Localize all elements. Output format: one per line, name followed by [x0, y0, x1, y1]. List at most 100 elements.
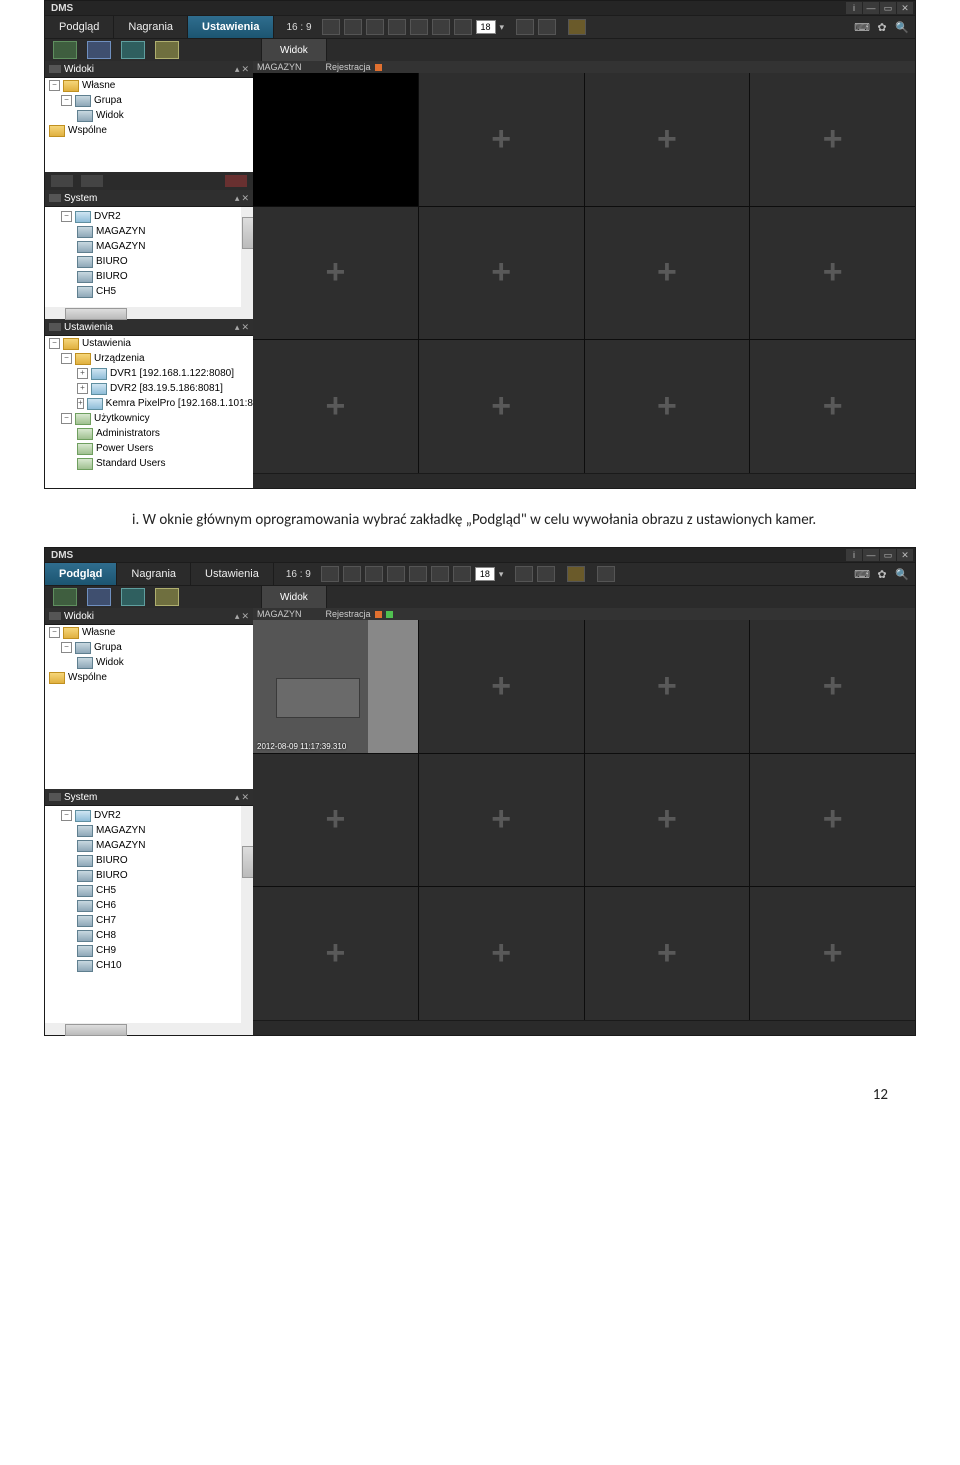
grid-cell[interactable]: +	[750, 340, 915, 473]
tool-a-icon[interactable]	[515, 566, 533, 582]
toolbar-delete-btn[interactable]	[225, 175, 247, 187]
tree-cam[interactable]: MAGAZYN	[45, 823, 253, 838]
tool-d-icon[interactable]	[597, 566, 615, 582]
grid-cell[interactable]: +	[253, 207, 418, 340]
panel-close-icon[interactable]: ✕	[241, 322, 249, 333]
help-button[interactable]: i	[846, 2, 862, 14]
tree-grp[interactable]: Administrators	[45, 426, 253, 441]
grid-cell[interactable]: +	[253, 754, 418, 887]
grid-cell[interactable]: +	[585, 754, 750, 887]
tree-ustawienia[interactable]: −Ustawienia	[45, 336, 253, 351]
tab-ustawienia[interactable]: Ustawienia	[188, 16, 274, 38]
chevron-down-icon[interactable]: ▾	[499, 569, 504, 580]
side-icon-3[interactable]	[121, 41, 145, 59]
tab-nagrania[interactable]: Nagrania	[117, 563, 191, 585]
tool-b-icon[interactable]	[538, 19, 556, 35]
gear-icon[interactable]: ✿	[875, 20, 889, 34]
tree-item-widok[interactable]: Widok	[45, 108, 253, 123]
side-icon-3[interactable]	[121, 588, 145, 606]
tree-cam[interactable]: BIURO	[45, 269, 253, 284]
panel-close-icon[interactable]: ✕	[241, 611, 249, 622]
grid-cell[interactable]: +	[419, 620, 584, 753]
tree-dev[interactable]: +DVR1 [192.168.1.122:8080]	[45, 366, 253, 381]
tree-item-wlasne[interactable]: −Własne	[45, 78, 253, 93]
layout-4x3-icon[interactable]	[431, 566, 449, 582]
side-icon-4[interactable]	[155, 588, 179, 606]
collapse-icon[interactable]: ▴	[235, 64, 240, 75]
tree-cam[interactable]: CH7	[45, 913, 253, 928]
chevron-down-icon[interactable]: ▾	[500, 22, 505, 33]
layout-num[interactable]: 18	[475, 567, 495, 581]
tree-dev[interactable]: +Kemra PixelPro [192.168.1.101:80	[45, 396, 253, 411]
layout-1x1-icon[interactable]	[322, 19, 340, 35]
tree-uzytkownicy[interactable]: −Użytkownicy	[45, 411, 253, 426]
tree-dev[interactable]: +DVR2 [83.19.5.186:8081]	[45, 381, 253, 396]
tree-cam[interactable]: MAGAZYN	[45, 838, 253, 853]
layout-3x3-icon[interactable]	[409, 566, 427, 582]
scrollbar-v[interactable]	[241, 806, 253, 1023]
collapse-icon[interactable]: ▴	[235, 193, 240, 204]
tree-item-grupa[interactable]: −Grupa	[45, 93, 253, 108]
gear-icon[interactable]: ✿	[875, 567, 889, 581]
tool-b-icon[interactable]	[537, 566, 555, 582]
layout-3x3-icon[interactable]	[410, 19, 428, 35]
tree-dvr2[interactable]: −DVR2	[45, 808, 253, 823]
tree-cam[interactable]: BIURO	[45, 853, 253, 868]
layout-2x1-icon[interactable]	[366, 19, 384, 35]
grid-cell[interactable]: +	[419, 340, 584, 473]
grid-cell[interactable]: +	[585, 887, 750, 1020]
tree-cam[interactable]: CH5	[45, 284, 253, 299]
close-button[interactable]: ✕	[897, 2, 913, 14]
tree-cam[interactable]: BIURO	[45, 254, 253, 269]
tree-item-grupa[interactable]: −Grupa	[45, 640, 253, 655]
layout-num[interactable]: 18	[476, 20, 496, 34]
tool-c-icon[interactable]	[567, 566, 585, 582]
side-icon-4[interactable]	[155, 41, 179, 59]
tab-ustawienia[interactable]: Ustawienia	[191, 563, 274, 585]
layout-4x4-icon[interactable]	[453, 566, 471, 582]
tree-grp[interactable]: Standard Users	[45, 456, 253, 471]
grid-cell[interactable]: +	[750, 620, 915, 753]
grid-cell[interactable]: +	[585, 340, 750, 473]
collapse-icon[interactable]: ▴	[235, 611, 240, 622]
layout-1x1-icon[interactable]	[321, 566, 339, 582]
toolbar-btn-1[interactable]	[51, 175, 73, 187]
max-button[interactable]: ▭	[880, 2, 896, 14]
min-button[interactable]: —	[863, 549, 879, 561]
keyboard-icon[interactable]: ⌨	[855, 20, 869, 34]
tree-item-wspolne[interactable]: Wspólne	[45, 670, 253, 685]
close-button[interactable]: ✕	[897, 549, 913, 561]
panel-close-icon[interactable]: ✕	[241, 193, 249, 204]
tool-c-icon[interactable]	[568, 19, 586, 35]
search-icon[interactable]: 🔍	[895, 567, 909, 581]
scrollbar-h[interactable]	[45, 307, 253, 319]
layout-2x2-icon[interactable]	[387, 566, 405, 582]
aspect-ratio[interactable]: 16 : 9	[280, 22, 317, 33]
tab-nagrania[interactable]: Nagrania	[114, 16, 188, 38]
tree-cam[interactable]: MAGAZYN	[45, 224, 253, 239]
grid-cell[interactable]: +	[585, 620, 750, 753]
grid-cell[interactable]: +	[585, 73, 750, 206]
layout-2x2-icon[interactable]	[388, 19, 406, 35]
max-button[interactable]: ▭	[880, 549, 896, 561]
grid-cell[interactable]: +	[750, 887, 915, 1020]
side-icon-1[interactable]	[53, 41, 77, 59]
grid-cell[interactable]: +	[419, 207, 584, 340]
grid-cell[interactable]: +	[419, 887, 584, 1020]
scrollbar-h[interactable]	[45, 1023, 253, 1035]
collapse-icon[interactable]: ▴	[235, 322, 240, 333]
tree-grp[interactable]: Power Users	[45, 441, 253, 456]
grid-cell[interactable]: +	[585, 207, 750, 340]
tree-cam[interactable]: CH8	[45, 928, 253, 943]
side-icon-2[interactable]	[87, 588, 111, 606]
tree-cam[interactable]: CH6	[45, 898, 253, 913]
tree-cam[interactable]: BIURO	[45, 868, 253, 883]
search-icon[interactable]: 🔍	[895, 20, 909, 34]
tree-cam[interactable]: CH9	[45, 943, 253, 958]
grid-cell[interactable]: +	[253, 340, 418, 473]
grid-cell-1[interactable]	[253, 73, 418, 206]
layout-1x2-icon[interactable]	[344, 19, 362, 35]
tree-cam[interactable]: CH5	[45, 883, 253, 898]
grid-cell-live[interactable]: 2012-08-09 11:17:39.310	[253, 620, 418, 753]
aspect-ratio[interactable]: 16 : 9	[280, 569, 317, 580]
